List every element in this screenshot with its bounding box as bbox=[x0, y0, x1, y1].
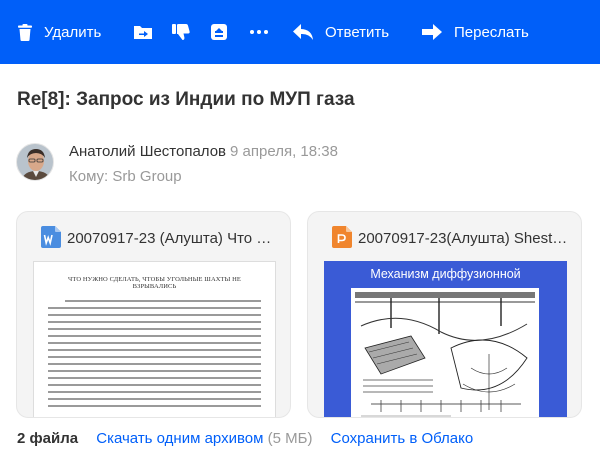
message-date: 9 апреля, 18:38 bbox=[230, 143, 338, 160]
recipient-line[interactable]: Кому: Srb Group bbox=[69, 168, 182, 185]
attachment-filename: 20070917-23 (Алушта) Что нужно сделать, … bbox=[67, 230, 279, 247]
preview-slide-title: Механизм диффузионной bbox=[370, 267, 521, 281]
attachments-footer: 2 файла Скачать одним архивом (5 МБ) Сох… bbox=[17, 430, 473, 447]
powerpoint-file-icon bbox=[332, 226, 352, 248]
avatar[interactable] bbox=[16, 143, 54, 181]
attachment-card-ppt[interactable]: 20070917-23(Алушта) Shestopalov.ppt Меха… bbox=[307, 211, 582, 418]
sender-line: Анатолий Шестопалов 9 апреля, 18:38 bbox=[69, 143, 338, 160]
reply-button[interactable]: Ответить bbox=[293, 0, 389, 64]
move-folder-icon bbox=[134, 26, 152, 39]
reply-arrow-icon bbox=[293, 24, 313, 40]
sender-name[interactable]: Анатолий Шестопалов bbox=[69, 143, 226, 160]
avatar-photo-icon bbox=[17, 144, 53, 180]
forward-button[interactable]: Переслать bbox=[422, 0, 529, 64]
more-button[interactable] bbox=[250, 0, 268, 64]
archive-size: (5 МБ) bbox=[267, 430, 313, 447]
save-to-cloud-link[interactable]: Сохранить в Облако bbox=[331, 430, 474, 447]
archive-button[interactable] bbox=[210, 0, 228, 64]
forward-label: Переслать bbox=[454, 23, 529, 41]
attachment-card-doc[interactable]: 20070917-23 (Алушта) Что нужно сделать, … bbox=[16, 211, 291, 418]
thumbs-down-icon bbox=[172, 24, 190, 40]
toolbar: Удалить Ответить Переслать bbox=[0, 0, 600, 64]
attachment-filename: 20070917-23(Алушта) Shestopalov.ppt bbox=[358, 230, 570, 247]
download-archive-link[interactable]: Скачать одним архивом bbox=[96, 430, 263, 447]
more-dots-icon bbox=[250, 30, 268, 34]
delete-button[interactable]: Удалить bbox=[18, 0, 101, 64]
preview-slide-diagram bbox=[351, 288, 539, 417]
spam-button[interactable] bbox=[172, 0, 190, 64]
move-to-folder-button[interactable] bbox=[132, 0, 154, 64]
trash-icon bbox=[18, 23, 32, 41]
reply-label: Ответить bbox=[325, 23, 390, 41]
delete-label: Удалить bbox=[44, 23, 102, 41]
archive-icon bbox=[211, 24, 227, 40]
attachment-preview: Механизм диффузионной bbox=[324, 261, 567, 417]
word-file-icon bbox=[41, 226, 61, 248]
message-subject: Re[8]: Запрос из Индии по МУП газа bbox=[17, 89, 355, 110]
attachment-preview: ЧТО НУЖНО СДЕЛАТЬ, ЧТОБЫ УГОЛЬНЫЕ ШАХТЫ … bbox=[33, 261, 276, 417]
preview-slide: Механизм диффузионной bbox=[324, 261, 567, 417]
preview-doc-title: ЧТО НУЖНО СДЕЛАТЬ, ЧТОБЫ УГОЛЬНЫЕ ШАХТЫ … bbox=[68, 276, 241, 290]
attachment-count: 2 файла bbox=[17, 430, 79, 447]
forward-arrow-icon bbox=[422, 24, 442, 40]
